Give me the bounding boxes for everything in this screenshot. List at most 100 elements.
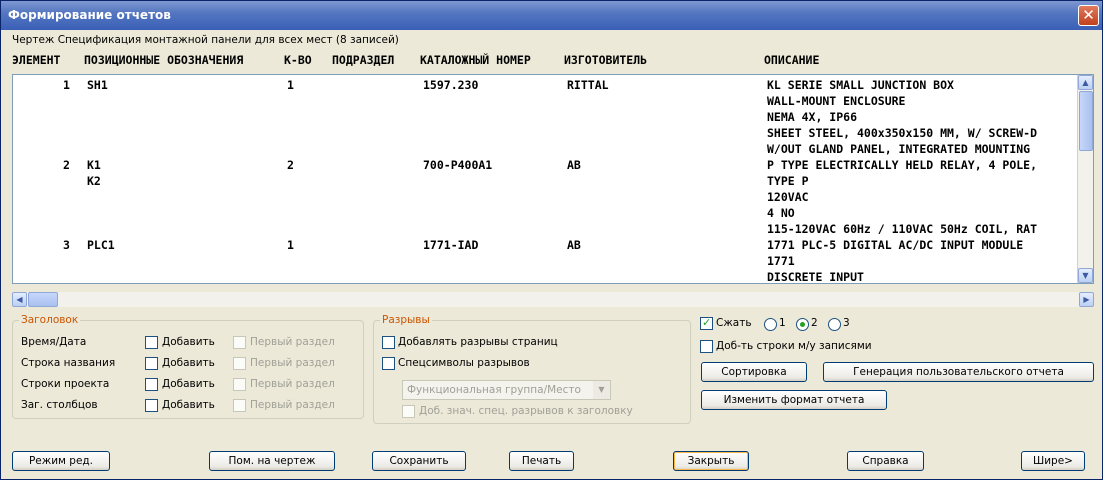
- label-time-date: Время/Дата: [21, 336, 87, 348]
- table-row[interactable]: 2 K1 K2 2 700-P400A1 AB P TYPE ELECTRICA…: [13, 157, 1079, 237]
- checkbox-time-date-add[interactable]: [145, 336, 158, 349]
- cell-catalog: 700-P400A1: [423, 158, 493, 172]
- change-format-button[interactable]: Изменить формат отчета: [701, 390, 887, 410]
- radio-label-3: 3: [843, 317, 850, 329]
- cell-qty: 2: [287, 158, 294, 172]
- report-table[interactable]: 1 SH1 1 1597.230 RITTAL KL SERIE SMALL J…: [12, 74, 1094, 284]
- cell-catalog: 1597.230: [423, 78, 479, 92]
- column-header: ИЗГОТОВИТЕЛЬ: [564, 53, 648, 67]
- checkbox-special-symbols[interactable]: [382, 357, 395, 370]
- close-icon[interactable]: ✕: [1078, 5, 1099, 26]
- cell-maker: AB: [567, 238, 581, 252]
- label-add: Добавить: [162, 336, 215, 348]
- description-line: 1771 PLC-5 DIGITAL AC/DC INPUT MODULE: [767, 238, 1024, 252]
- column-header: ЭЛЕМЕНТ: [12, 53, 61, 67]
- checkbox-title-line-add[interactable]: [145, 357, 158, 370]
- label-title-line: Строка названия: [21, 357, 116, 369]
- help-button[interactable]: Справка: [847, 451, 924, 471]
- cell-description: 1771 PLC-5 DIGITAL AC/DC INPUT MODULE 17…: [767, 237, 1077, 283]
- close-button[interactable]: Закрыть: [673, 451, 749, 471]
- description-line: KL SERIE SMALL JUNCTION BOX: [767, 78, 954, 92]
- edit-mode-button[interactable]: Режим ред.: [12, 451, 110, 471]
- column-header: ОПИСАНИЕ: [764, 53, 820, 67]
- cell-tag: PLC1: [87, 238, 115, 252]
- cell-qty: 1: [287, 78, 294, 92]
- column-header: ПОДРАЗДЕЛ: [332, 53, 395, 67]
- cell-tag: SH1: [87, 78, 108, 92]
- cell-maker: AB: [567, 158, 581, 172]
- cell-item: 1: [63, 78, 70, 92]
- cell-item: 2: [63, 158, 70, 172]
- description-line: P TYPE ELECTRICALLY HELD RELAY, 4 POLE,: [767, 158, 1038, 172]
- checkbox-title-line-first: [233, 357, 246, 370]
- title-bar: Формирование отчетов: [1, 1, 1102, 30]
- label-add-rows: Доб-ть строки м/у записями: [716, 340, 872, 352]
- checkbox-add-special: [402, 405, 415, 418]
- cell-description: KL SERIE SMALL JUNCTION BOX WALL-MOUNT E…: [767, 77, 1077, 157]
- table-row[interactable]: 1 SH1 1 1597.230 RITTAL KL SERIE SMALL J…: [13, 77, 1079, 157]
- column-header: ПОЗИЦИОННЫЕ ОБОЗНАЧЕНИЯ: [84, 53, 244, 67]
- label-compress: Сжать: [716, 317, 752, 329]
- label-first-section: Первый раздел: [250, 336, 335, 348]
- label-column-headers: Заг. столбцов: [21, 399, 98, 411]
- description-line: NEMA 4X, IP66: [767, 110, 858, 124]
- checkbox-column-headers-first: [233, 399, 246, 412]
- description-line: W/OUT GLAND PANEL, INTEGRATED MOUNTING: [767, 142, 1031, 156]
- radio-2[interactable]: [796, 318, 809, 331]
- column-headers: ЭЛЕМЕНТ ПОЗИЦИОННЫЕ ОБОЗНАЧЕНИЯ К-ВО ПОД…: [1, 53, 1103, 67]
- sort-button[interactable]: Сортировка: [701, 362, 807, 382]
- label-page-breaks: Добавлять разрывы страниц: [398, 336, 558, 348]
- description-line: 120VAC: [767, 190, 809, 204]
- report-subtitle: Чертеж Спецификация монтажной панели для…: [12, 34, 399, 46]
- cell-tag: K2: [87, 174, 101, 188]
- checkbox-column-headers-add[interactable]: [145, 399, 158, 412]
- save-button[interactable]: Сохранить: [372, 451, 466, 471]
- horizontal-scroll-thumb[interactable]: [28, 292, 58, 307]
- cell-catalog: 1771-IAD: [423, 238, 479, 252]
- column-header: К-ВО: [284, 53, 312, 67]
- cell-item: 3: [63, 238, 70, 252]
- table-row[interactable]: 3 PLC1 1 1771-IAD AB 1771 PLC-5 DIGITAL …: [13, 237, 1079, 283]
- label-add: Добавить: [162, 378, 215, 390]
- checkbox-compress[interactable]: [700, 316, 713, 330]
- cell-description: P TYPE ELECTRICALLY HELD RELAY, 4 POLE, …: [767, 157, 1077, 237]
- scroll-left-icon[interactable]: ◀: [12, 292, 27, 307]
- radio-3[interactable]: [828, 318, 841, 331]
- checkbox-page-breaks[interactable]: [382, 336, 395, 349]
- cell-tags: K1 K2: [87, 157, 101, 189]
- radio-1[interactable]: [764, 318, 777, 331]
- vertical-scrollbar[interactable]: ▲ ▼: [1077, 75, 1093, 283]
- radio-label-1: 1: [779, 317, 786, 329]
- break-type-select: Функциональная группа/Место ▼: [402, 380, 611, 400]
- checkbox-project-lines-add[interactable]: [145, 378, 158, 391]
- breaks-group-legend: Разрывы: [382, 314, 430, 326]
- horizontal-scrollbar[interactable]: ◀ ▶: [12, 292, 1094, 307]
- cell-maker: RITTAL: [567, 78, 609, 92]
- label-add: Добавить: [162, 357, 215, 369]
- checkbox-add-rows[interactable]: [700, 340, 713, 353]
- print-button[interactable]: Печать: [509, 451, 574, 471]
- put-on-drawing-button[interactable]: Пом. на чертеж: [209, 451, 335, 471]
- scroll-down-icon[interactable]: ▼: [1078, 268, 1093, 283]
- cell-tag: K1: [87, 158, 101, 172]
- checkbox-time-date-first: [233, 336, 246, 349]
- description-line: 1771: [767, 254, 795, 268]
- label-special-symbols: Спецсимволы разрывов: [398, 357, 530, 369]
- description-line: TYPE P: [767, 174, 809, 188]
- column-header: КАТАЛОЖНЫЙ НОМЕР: [420, 53, 531, 67]
- cell-qty: 1: [287, 238, 294, 252]
- label-add: Добавить: [162, 399, 215, 411]
- wider-button[interactable]: Шире>: [1021, 451, 1085, 471]
- description-line: 115-120VAC 60Hz / 110VAC 50Hz COIL, RAT: [767, 222, 1038, 236]
- report-rows: 1 SH1 1 1597.230 RITTAL KL SERIE SMALL J…: [13, 77, 1079, 283]
- chevron-down-icon: ▼: [593, 381, 610, 399]
- scroll-up-icon[interactable]: ▲: [1078, 75, 1093, 90]
- description-line: DISCRETE INPUT: [767, 270, 864, 283]
- break-type-select-value: Функциональная группа/Место: [407, 384, 581, 396]
- report-window: Формирование отчетов ✕ Чертеж Спецификац…: [0, 0, 1103, 480]
- vertical-scroll-thumb[interactable]: [1079, 91, 1093, 151]
- label-first-section: Первый раздел: [250, 378, 335, 390]
- window-title: Формирование отчетов: [8, 8, 171, 22]
- custom-report-button[interactable]: Генерация пользовательского отчета: [823, 362, 1094, 382]
- scroll-right-icon[interactable]: ▶: [1079, 292, 1094, 307]
